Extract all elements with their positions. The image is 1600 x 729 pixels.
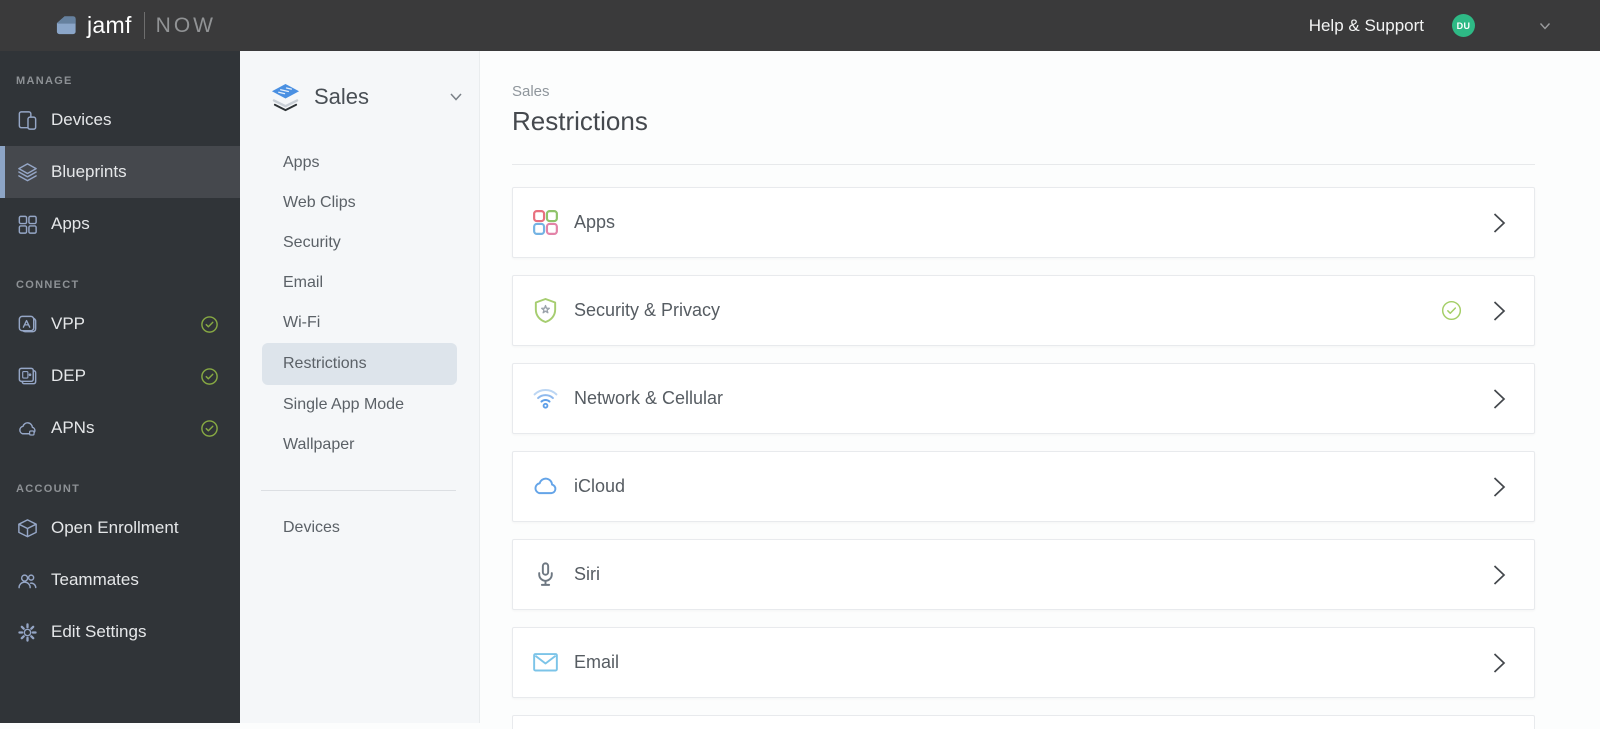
sidebar-item-vpp[interactable]: VPP bbox=[0, 298, 240, 350]
devices-icon bbox=[16, 109, 39, 132]
panel-item-restrictions[interactable]: Restrictions bbox=[262, 343, 457, 385]
chevron-right-icon bbox=[1490, 562, 1508, 588]
card-apps[interactable]: Apps bbox=[512, 187, 1535, 258]
vpp-status-check-icon bbox=[200, 315, 219, 334]
top-bar: jamf NOW Help & Support DU bbox=[0, 0, 1600, 51]
chevron-right-icon bbox=[1490, 386, 1508, 412]
sidebar-item-label: Open Enrollment bbox=[51, 518, 179, 537]
card-label: Security & Privacy bbox=[574, 300, 721, 320]
card-label: Email bbox=[574, 652, 620, 672]
card-label: Apps bbox=[574, 212, 616, 232]
next-card-partial bbox=[512, 715, 1535, 729]
avatar[interactable]: DU bbox=[1452, 14, 1475, 37]
configured-check-icon bbox=[1441, 300, 1462, 321]
section-label-manage: MANAGE bbox=[16, 75, 73, 87]
apps-grid-icon bbox=[531, 208, 560, 237]
card-email[interactable]: Email bbox=[512, 627, 1535, 698]
dep-icon bbox=[16, 365, 39, 388]
sidebar-item-label: DEP bbox=[51, 366, 86, 385]
teammates-icon bbox=[16, 569, 39, 592]
envelope-icon bbox=[531, 648, 560, 677]
sidebar-item-label: Teammates bbox=[51, 570, 139, 589]
brand-name: jamf bbox=[87, 12, 132, 38]
chevron-right-icon bbox=[1490, 210, 1508, 236]
wifi-icon bbox=[531, 384, 560, 413]
panel-item-apps[interactable]: Apps bbox=[240, 143, 479, 183]
card-siri[interactable]: Siri bbox=[512, 539, 1535, 610]
cloud-icon bbox=[531, 472, 560, 501]
panel-divider bbox=[261, 490, 456, 491]
panel-item-wallpaper[interactable]: Wallpaper bbox=[240, 425, 479, 465]
restriction-cards: Apps Security & Privacy Network & Cellul… bbox=[512, 187, 1535, 729]
dep-status-check-icon bbox=[200, 367, 219, 386]
card-label: Network & Cellular bbox=[574, 388, 724, 408]
panel-item-web-clips[interactable]: Web Clips bbox=[240, 183, 479, 223]
sidebar-item-apps[interactable]: Apps bbox=[0, 198, 240, 250]
sidebar-item-label: Edit Settings bbox=[51, 622, 147, 641]
sidebar-item-apns[interactable]: APNs bbox=[0, 402, 240, 454]
apns-icon bbox=[16, 417, 39, 440]
chevron-down-icon bbox=[447, 88, 465, 106]
jamf-now-logo[interactable]: jamf NOW bbox=[55, 12, 216, 39]
sidebar-item-blueprints[interactable]: Blueprints bbox=[0, 146, 240, 198]
chevron-right-icon bbox=[1490, 474, 1508, 500]
chevron-right-icon bbox=[1490, 298, 1508, 324]
main-content: Sales Restrictions Apps Security & Priva… bbox=[480, 51, 1600, 729]
panel-item-wifi[interactable]: Wi-Fi bbox=[240, 303, 479, 343]
brand-divider bbox=[143, 12, 145, 39]
chevron-down-icon bbox=[1539, 22, 1551, 30]
apns-status-check-icon bbox=[200, 419, 219, 438]
card-label: iCloud bbox=[574, 476, 626, 496]
sidebar-item-open-enrollment[interactable]: Open Enrollment bbox=[0, 502, 240, 554]
sidebar-item-label: Blueprints bbox=[51, 162, 127, 181]
card-security-privacy[interactable]: Security & Privacy bbox=[512, 275, 1535, 346]
panel-item-security[interactable]: Security bbox=[240, 223, 479, 263]
sidebar-item-dep[interactable]: DEP bbox=[0, 350, 240, 402]
card-icloud[interactable]: iCloud bbox=[512, 451, 1535, 522]
apps-icon bbox=[16, 213, 39, 236]
section-label-account: ACCOUNT bbox=[16, 483, 81, 495]
sidebar-item-edit-settings[interactable]: Edit Settings bbox=[0, 606, 240, 658]
brand-suffix: NOW bbox=[155, 13, 216, 37]
chevron-right-icon bbox=[1490, 650, 1508, 676]
open-enrollment-icon bbox=[16, 517, 39, 540]
panel-item-email[interactable]: Email bbox=[240, 263, 479, 303]
vpp-icon bbox=[16, 313, 39, 336]
microphone-icon bbox=[531, 560, 560, 589]
sidebar-item-teammates[interactable]: Teammates bbox=[0, 554, 240, 606]
jamf-logo-icon bbox=[56, 16, 76, 35]
account-menu-toggle[interactable] bbox=[1537, 18, 1553, 34]
main-sidebar: MANAGE Devices Blueprints Apps CONNECT V… bbox=[0, 51, 240, 723]
blueprint-stack-icon bbox=[271, 83, 300, 111]
blueprints-icon bbox=[16, 161, 39, 184]
sidebar-item-label: Devices bbox=[51, 110, 112, 129]
sidebar-item-label: APNs bbox=[51, 418, 95, 437]
section-label-connect: CONNECT bbox=[16, 279, 80, 291]
sidebar-item-devices[interactable]: Devices bbox=[0, 94, 240, 146]
header-divider bbox=[512, 164, 1535, 165]
shield-icon bbox=[531, 296, 560, 325]
blueprint-panel: Sales Apps Web Clips Security Email Wi-F… bbox=[240, 51, 480, 723]
page-title: Restrictions bbox=[512, 106, 648, 136]
help-support-link[interactable]: Help & Support bbox=[1309, 16, 1424, 36]
breadcrumb: Sales bbox=[512, 83, 550, 100]
blueprint-nav: Apps Web Clips Security Email Wi-Fi Rest… bbox=[240, 143, 479, 465]
panel-item-devices[interactable]: Devices bbox=[240, 508, 479, 548]
panel-item-single-app-mode[interactable]: Single App Mode bbox=[240, 385, 479, 425]
sidebar-item-label: Apps bbox=[51, 214, 90, 233]
sidebar-item-label: VPP bbox=[51, 314, 86, 333]
blueprint-title: Sales bbox=[314, 84, 370, 109]
card-network-cellular[interactable]: Network & Cellular bbox=[512, 363, 1535, 434]
card-label: Siri bbox=[574, 564, 600, 584]
blueprint-selector[interactable]: Sales bbox=[268, 72, 465, 122]
gear-icon bbox=[16, 621, 39, 644]
